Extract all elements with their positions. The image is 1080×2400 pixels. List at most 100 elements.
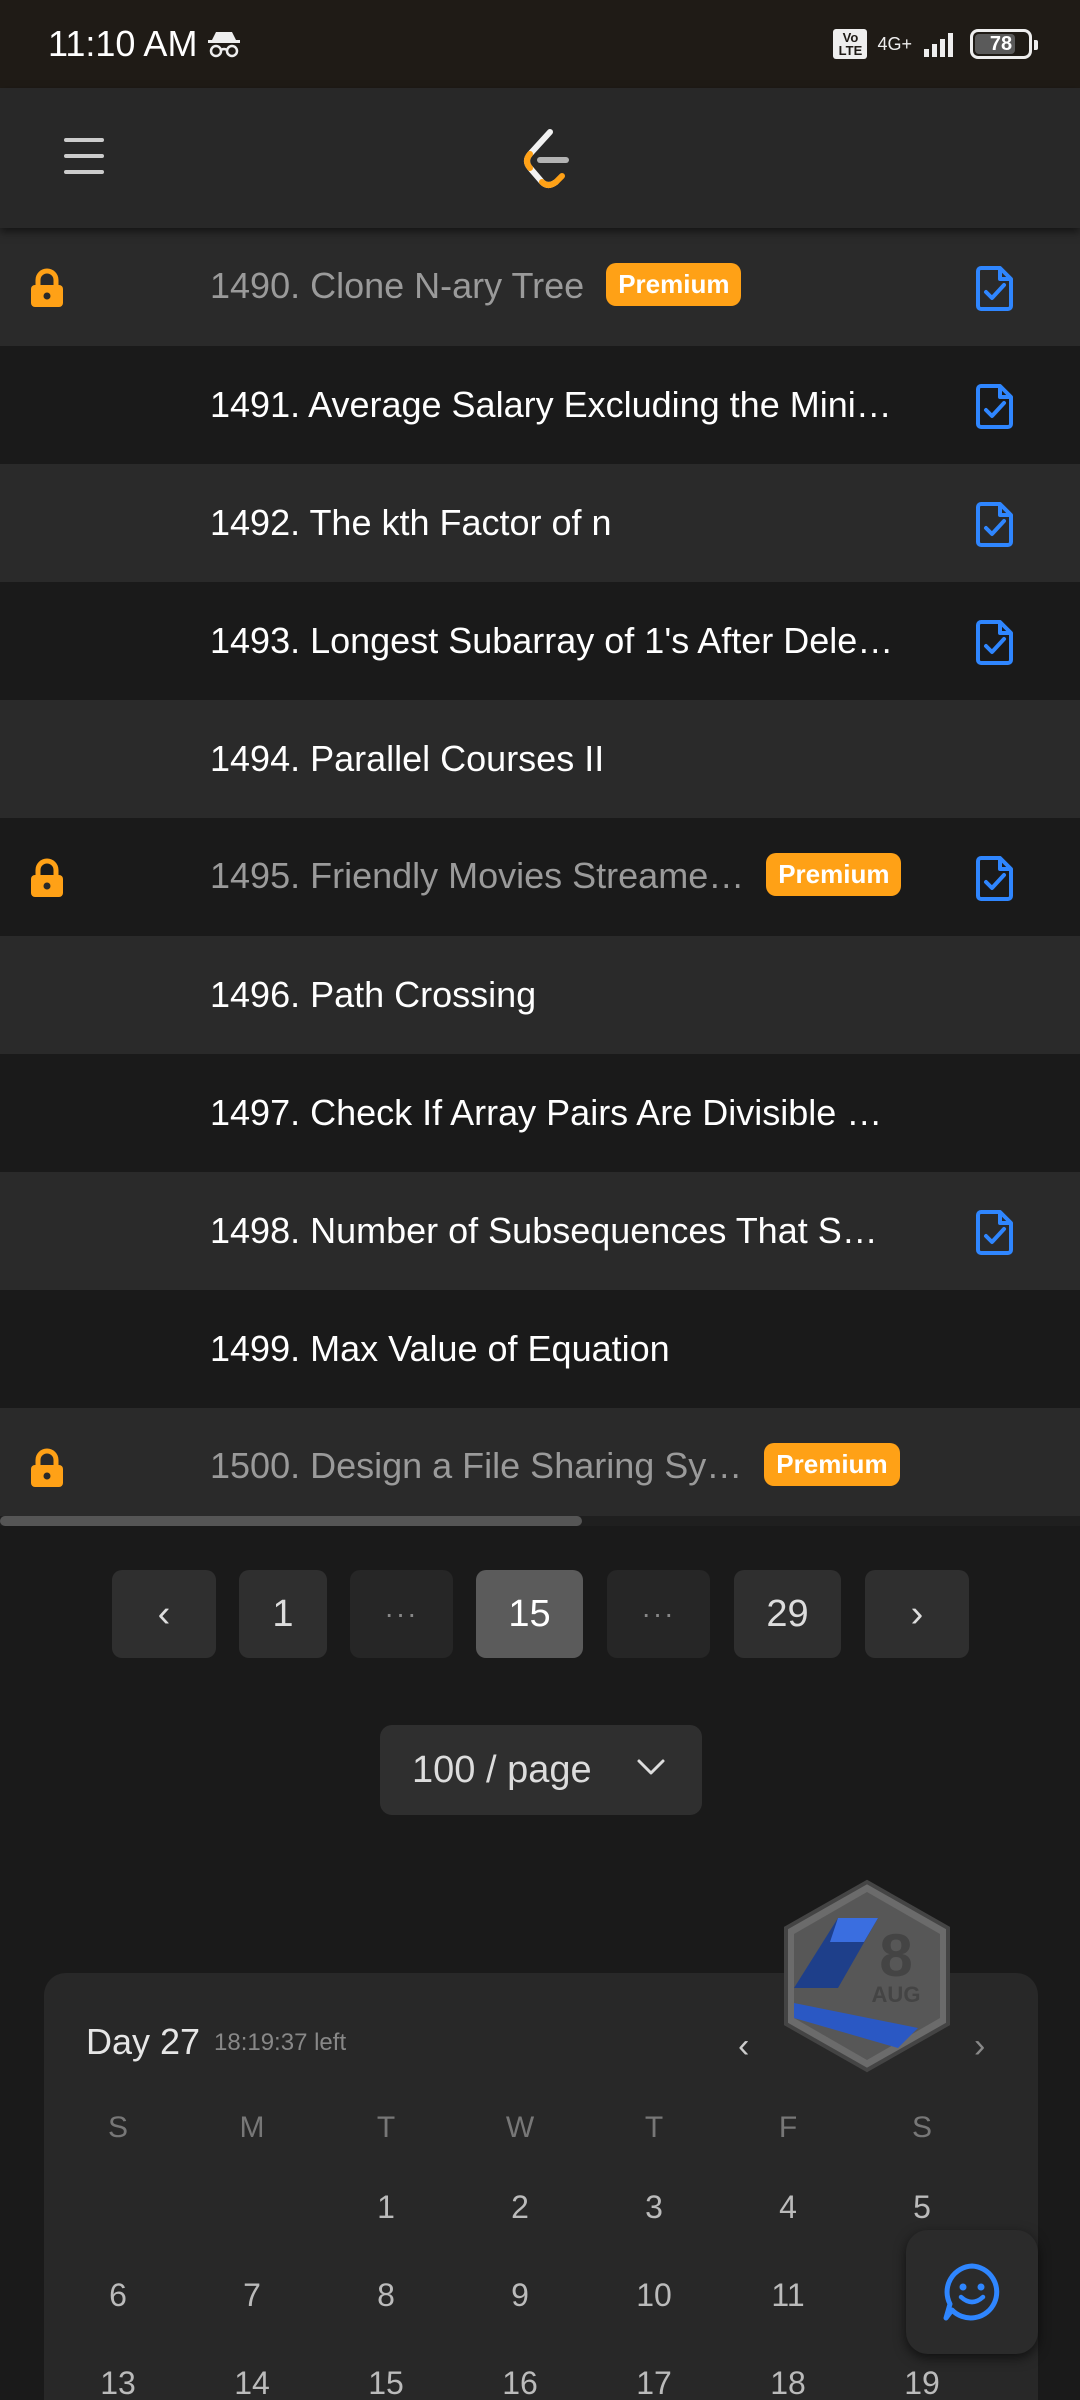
weekday-label: W xyxy=(505,2111,535,2144)
calendar-day[interactable]: 14 xyxy=(217,2365,287,2400)
weekday-label: S xyxy=(107,2111,128,2144)
problem-title[interactable]: 1497. Check If Array Pairs Are Divisible… xyxy=(210,1092,882,1134)
status-icons: Vo LTE 4G+ 78 xyxy=(833,29,1038,59)
page-ellipsis[interactable]: ··· xyxy=(350,1570,453,1658)
calendar-day[interactable]: 17 xyxy=(619,2365,689,2400)
problem-title-text: 1492. The kth Factor of n xyxy=(210,502,612,543)
weekday-label: T xyxy=(644,2111,664,2144)
monthly-badge-icon[interactable]: 8 AUG xyxy=(778,1878,956,2074)
calendar-day[interactable]: 6 xyxy=(83,2277,153,2314)
status-bar: 11:10 AM Vo LTE 4G+ 78 xyxy=(0,0,1080,88)
calendar-day[interactable]: 18 xyxy=(753,2365,823,2400)
lock-icon xyxy=(31,1448,63,1487)
problem-title-text: 1499. Max Value of Equation xyxy=(210,1328,670,1369)
problem-row[interactable]: 1500. Design a File Sharing Sy… Premium xyxy=(0,1408,1080,1526)
solution-document-icon[interactable] xyxy=(976,1209,1014,1255)
weekday-label: T xyxy=(376,2111,396,2144)
solution-document-icon[interactable] xyxy=(976,265,1014,311)
problem-title[interactable]: 1493. Longest Subarray of 1's After Dele… xyxy=(210,620,893,662)
problem-row[interactable]: 1493. Longest Subarray of 1's After Dele… xyxy=(0,582,1080,700)
calendar-day-label: Day 27 xyxy=(86,2021,201,2062)
problem-title[interactable]: 1492. The kth Factor of n xyxy=(210,502,612,544)
next-page-button[interactable]: › xyxy=(865,1570,969,1658)
calendar-day[interactable]: 1 xyxy=(351,2189,421,2226)
calendar-day[interactable]: 19 xyxy=(887,2365,957,2400)
problem-row[interactable]: 1495. Friendly Movies Streame… Premium xyxy=(0,818,1080,936)
calendar-day[interactable]: 7 xyxy=(217,2277,287,2314)
calendar-day[interactable]: 11 xyxy=(753,2277,823,2314)
weekday-label: M xyxy=(239,2111,265,2144)
volte-icon: Vo LTE xyxy=(833,29,868,59)
calendar-day[interactable]: 8 xyxy=(351,2277,421,2314)
problem-title-text: 1498. Number of Subsequences That S… xyxy=(210,1210,878,1251)
problem-title[interactable]: 1496. Path Crossing xyxy=(210,974,536,1016)
time-left-label: 18:19:37 left xyxy=(214,2029,347,2056)
problem-row[interactable]: 1498. Number of Subsequences That S… xyxy=(0,1172,1080,1290)
feedback-button[interactable] xyxy=(906,2230,1038,2354)
badge-day: 8 xyxy=(879,1922,912,1989)
problem-title[interactable]: 1495. Friendly Movies Streame… Premium xyxy=(210,853,902,900)
smiley-chat-icon xyxy=(943,2263,1000,2321)
problem-title[interactable]: 1490. Clone N-ary Tree Premium xyxy=(210,263,742,310)
network-type: 4G+ xyxy=(877,34,912,54)
current-page-button[interactable]: 15 xyxy=(476,1570,583,1658)
problem-title-text: 1490. Clone N-ary Tree xyxy=(210,264,585,306)
calendar-day[interactable]: 3 xyxy=(619,2189,689,2226)
incognito-icon xyxy=(208,32,241,58)
problem-title-text: 1493. Longest Subarray of 1's After Dele… xyxy=(210,620,894,661)
solution-document-icon[interactable] xyxy=(976,501,1014,547)
calendar-day[interactable]: 13 xyxy=(83,2365,153,2400)
problem-row[interactable]: 1490. Clone N-ary Tree Premium xyxy=(0,228,1080,346)
calendar-day[interactable]: 9 xyxy=(485,2277,555,2314)
leetcode-logo-icon[interactable] xyxy=(518,128,572,190)
page-button[interactable]: 29 xyxy=(734,1570,841,1658)
calendar-next-button[interactable]: › xyxy=(974,2027,985,2066)
calendar-prev-button[interactable]: ‹ xyxy=(738,2027,749,2066)
app-root: 11:10 AM Vo LTE 4G+ 78 1490. Clone N-ary… xyxy=(0,0,1080,2400)
lock-icon xyxy=(31,858,63,897)
page-button[interactable]: 1 xyxy=(239,1570,327,1658)
problem-row[interactable]: 1492. The kth Factor of n xyxy=(0,464,1080,582)
problem-title[interactable]: 1498. Number of Subsequences That S… xyxy=(210,1210,878,1252)
horizontal-scrollbar[interactable] xyxy=(0,1516,1080,1526)
problem-title[interactable]: 1499. Max Value of Equation xyxy=(210,1328,670,1370)
page-ellipsis[interactable]: ··· xyxy=(607,1570,710,1658)
problem-row[interactable]: 1496. Path Crossing xyxy=(0,936,1080,1054)
problem-row[interactable]: 1494. Parallel Courses II xyxy=(0,700,1080,818)
prev-page-button[interactable]: ‹ xyxy=(112,1570,216,1658)
problem-title-text: 1500. Design a File Sharing Sy… xyxy=(210,1444,743,1486)
chevron-down-icon xyxy=(637,1759,665,1775)
premium-badge: Premium xyxy=(766,853,902,897)
app-header xyxy=(0,88,1080,228)
premium-badge: Premium xyxy=(764,1443,900,1487)
lock-icon xyxy=(31,268,63,307)
problem-row[interactable]: 1497. Check If Array Pairs Are Divisible… xyxy=(0,1054,1080,1172)
page-size-label: 100 / page xyxy=(412,1748,592,1791)
problem-row[interactable]: 1499. Max Value of Equation xyxy=(0,1290,1080,1408)
weekday-label: F xyxy=(778,2111,798,2144)
problem-title-text: 1494. Parallel Courses II xyxy=(210,738,605,779)
signal-icon xyxy=(924,33,953,57)
calendar-day[interactable]: 4 xyxy=(753,2189,823,2226)
calendar-day[interactable]: 16 xyxy=(485,2365,555,2400)
calendar-day[interactable]: 5 xyxy=(887,2189,957,2226)
problem-title[interactable]: 1494. Parallel Courses II xyxy=(210,738,604,780)
problem-row[interactable]: 1491. Average Salary Excluding the Mini… xyxy=(0,346,1080,464)
solution-document-icon[interactable] xyxy=(976,855,1014,901)
problem-title-text: 1495. Friendly Movies Streame… xyxy=(210,854,745,896)
weekday-label: S xyxy=(911,2111,932,2144)
badge-month: AUG xyxy=(872,1982,921,2007)
pagination: ‹ 1 ··· 15 ··· 29 › xyxy=(0,1570,1080,1658)
page-size-select[interactable]: 100 / page xyxy=(380,1725,702,1815)
problem-title[interactable]: 1491. Average Salary Excluding the Mini… xyxy=(210,384,892,426)
solution-document-icon[interactable] xyxy=(976,619,1014,665)
solution-document-icon[interactable] xyxy=(976,383,1014,429)
battery-icon: 78 xyxy=(970,29,1038,59)
calendar-day[interactable]: 15 xyxy=(351,2365,421,2400)
calendar-day[interactable]: 10 xyxy=(619,2277,689,2314)
problem-title[interactable]: 1500. Design a File Sharing Sy… Premium xyxy=(210,1443,900,1490)
hamburger-menu-icon[interactable] xyxy=(64,138,104,178)
problem-list: 1490. Clone N-ary Tree Premium 1491. Avera… xyxy=(0,228,1080,1526)
premium-badge: Premium xyxy=(606,263,742,307)
calendar-day[interactable]: 2 xyxy=(485,2189,555,2226)
